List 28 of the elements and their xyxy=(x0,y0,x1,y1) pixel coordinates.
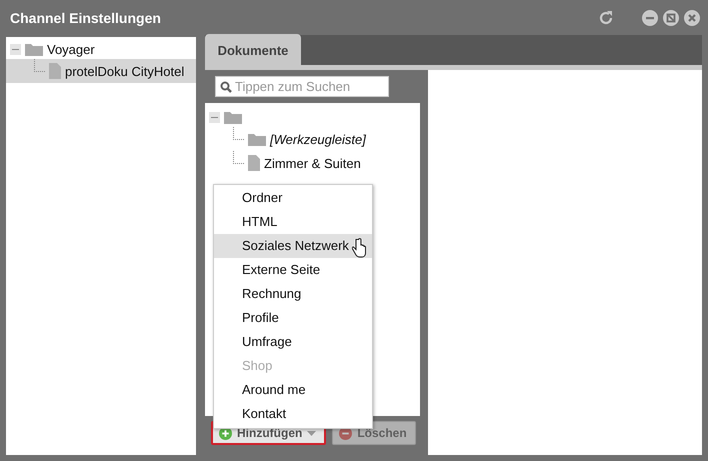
menu-item[interactable]: Profile xyxy=(214,306,372,330)
file-icon xyxy=(248,155,260,171)
folder-icon xyxy=(224,110,242,124)
close-icon[interactable] xyxy=(684,10,700,26)
collapse-icon[interactable] xyxy=(209,112,220,122)
menu-item[interactable]: Externe Seite xyxy=(214,258,372,282)
tree-item[interactable]: Zimmer & Suiten xyxy=(205,151,420,175)
folder-icon xyxy=(248,132,266,146)
tree-item[interactable]: Voyager xyxy=(6,39,196,59)
tree-item[interactable]: protelDoku CityHotel xyxy=(6,59,196,83)
minimize-icon[interactable] xyxy=(642,10,658,26)
search-icon xyxy=(220,80,232,92)
window-title: Channel Einstellungen xyxy=(10,10,161,26)
menu-item[interactable]: Rechnung xyxy=(214,282,372,306)
search-field[interactable]: Tippen zum Suchen xyxy=(215,76,389,97)
file-icon xyxy=(49,63,61,79)
menu-item[interactable]: Ordner xyxy=(214,186,372,210)
collapse-icon[interactable] xyxy=(10,44,21,54)
tree-item[interactable]: [Werkzeugleiste] xyxy=(205,127,420,151)
refresh-icon[interactable] xyxy=(598,10,614,26)
restore-icon[interactable] xyxy=(663,10,679,26)
menu-item[interactable]: HTML xyxy=(214,210,372,234)
menu-item[interactable]: Around me xyxy=(214,378,372,402)
folder-icon xyxy=(25,42,43,56)
hand-cursor-icon xyxy=(352,238,366,258)
tab[interactable]: Dokumente xyxy=(205,34,301,66)
menu-item[interactable]: Soziales Netzwerk xyxy=(214,234,372,258)
menu-item[interactable]: Umfrage xyxy=(214,330,372,354)
